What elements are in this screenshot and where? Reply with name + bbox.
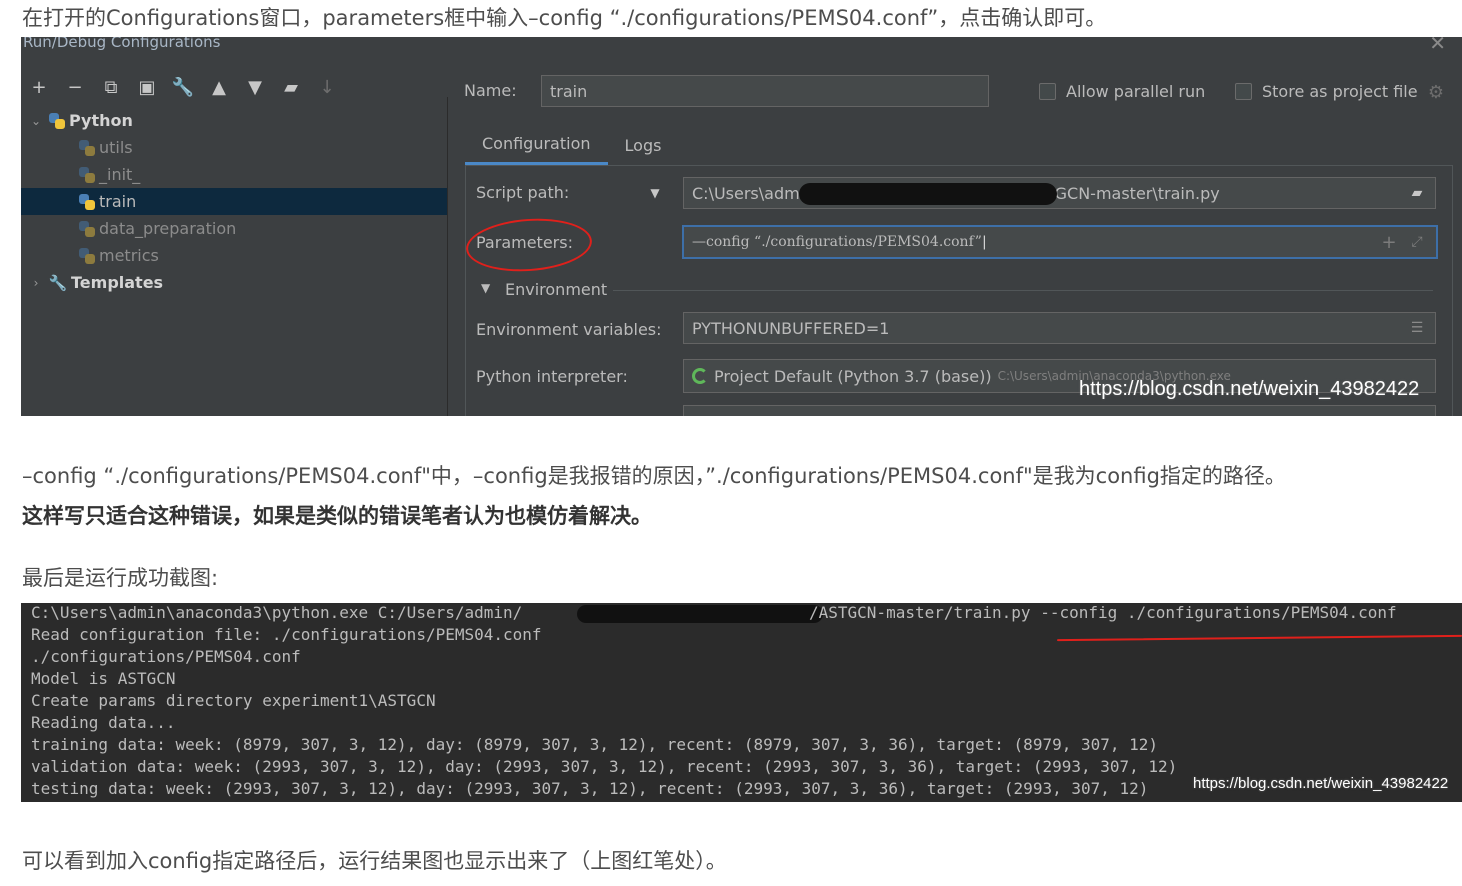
- config-tabs: Configuration Logs: [465, 125, 678, 165]
- tab-logs[interactable]: Logs: [608, 125, 679, 165]
- console-line: C:\Users\admin\anaconda3\python.exe C:/U…: [31, 603, 523, 622]
- chevron-right-icon[interactable]: ›: [29, 276, 43, 290]
- python-file-icon: [79, 193, 95, 210]
- environment-section-label: Environment: [505, 280, 608, 299]
- tab-configuration[interactable]: Configuration: [465, 125, 608, 165]
- console-line: ./configurations/PEMS04.conf: [31, 647, 301, 666]
- python-interpreter-label: Python interpreter:: [476, 367, 628, 386]
- env-vars-label: Environment variables:: [476, 320, 662, 339]
- intro-paragraph: 在打开的Configurations窗口，parameters框中输入–conf…: [22, 6, 1107, 30]
- store-project-label: Store as project file: [1262, 82, 1418, 101]
- python-icon: [49, 112, 65, 129]
- tree-item-data-preparation[interactable]: data_preparation: [21, 215, 447, 242]
- chevron-down-icon[interactable]: ⌄: [29, 114, 43, 128]
- tree-item-python[interactable]: ⌄ Python: [21, 107, 447, 134]
- python-file-icon: [79, 139, 95, 156]
- gear-icon[interactable]: ⚙: [1426, 82, 1446, 103]
- save-icon[interactable]: ▣: [137, 77, 157, 98]
- panel-divider: [447, 97, 448, 416]
- name-label: Name:: [464, 81, 517, 100]
- wrench-icon: 🔧: [48, 273, 68, 292]
- config-toolbar: + − ⧉ ▣ 🔧 ▲ ▼ ▰ ↓: [29, 77, 337, 98]
- watermark: https://blog.csdn.net/weixin_43982422: [1193, 775, 1449, 792]
- redaction-scribble: [799, 183, 1057, 205]
- run-debug-dialog: Run/Debug Configurations ✕ + − ⧉ ▣ 🔧 ▲ ▼…: [21, 37, 1462, 416]
- config-tree: ⌄ Python utils _init_ train data_prepara…: [21, 107, 447, 416]
- plus-icon[interactable]: +: [1379, 232, 1399, 253]
- script-path-label: Script path:: [476, 183, 570, 202]
- console-line: testing data: week: (2993, 307, 3, 12), …: [31, 779, 1149, 798]
- move-up-icon[interactable]: ▲: [209, 77, 229, 98]
- remove-icon[interactable]: −: [65, 77, 85, 98]
- dialog-title: Run/Debug Configurations: [23, 37, 221, 51]
- store-project-checkbox[interactable]: [1235, 83, 1252, 100]
- dropdown-arrow-icon[interactable]: ▼: [645, 183, 665, 203]
- tree-item-templates[interactable]: › 🔧 Templates: [21, 269, 447, 296]
- tree-item-utils[interactable]: utils: [21, 134, 447, 161]
- parameters-input[interactable]: —config “./configurations/PEMS04.conf” |: [682, 225, 1438, 259]
- console-line: Read configuration file: ./configuration…: [31, 625, 542, 644]
- env-vars-input[interactable]: PYTHONUNBUFFERED=1: [683, 312, 1436, 344]
- python-file-icon: [79, 247, 95, 264]
- script-path-input[interactable]: C:\Users\adm STGCN-master\train.py: [683, 177, 1436, 209]
- next-field-input[interactable]: [683, 405, 1436, 416]
- console-line: training data: week: (8979, 307, 3, 12),…: [31, 735, 1159, 754]
- red-annotation-underline: [1057, 634, 1462, 642]
- explain-paragraph: –config “./configurations/PEMS04.conf"中，…: [22, 464, 1286, 488]
- sort-icon[interactable]: ↓: [317, 77, 337, 98]
- allow-parallel-label: Allow parallel run: [1066, 82, 1206, 101]
- conclusion-paragraph: 可以看到加入config指定路径后，运行结果图也显示出来了（上图红笔处）。: [22, 849, 727, 873]
- folder-icon[interactable]: ▰: [281, 77, 301, 98]
- interpreter-status-icon: [692, 368, 708, 384]
- close-icon[interactable]: ✕: [1429, 37, 1446, 55]
- list-icon[interactable]: ☰: [1407, 318, 1427, 338]
- console-line: Create params directory experiment1\ASTG…: [31, 691, 436, 710]
- tree-item-init[interactable]: _init_: [21, 161, 447, 188]
- tree-item-train[interactable]: train: [21, 188, 447, 215]
- tree-item-metrics[interactable]: metrics: [21, 242, 447, 269]
- allow-parallel-checkbox[interactable]: [1039, 83, 1056, 100]
- note-paragraph: 这样写只适合这种错误，如果是类似的错误笔者认为也模仿着解决。: [22, 504, 652, 528]
- expand-icon[interactable]: ⤢: [1407, 232, 1427, 252]
- copy-icon[interactable]: ⧉: [101, 77, 121, 98]
- final-caption: 最后是运行成功截图:: [22, 566, 219, 590]
- folder-open-icon[interactable]: ▰: [1407, 183, 1427, 203]
- python-file-icon: [79, 220, 95, 237]
- console-line: Model is ASTGCN: [31, 669, 176, 688]
- console-line-tail: /ASTGCN-master/train.py --config ./confi…: [809, 603, 1397, 622]
- console-output: C:\Users\admin\anaconda3\python.exe C:/U…: [21, 603, 1462, 802]
- wrench-icon[interactable]: 🔧: [172, 77, 194, 98]
- watermark: https://blog.csdn.net/weixin_43982422: [1079, 378, 1420, 400]
- console-line: validation data: week: (2993, 307, 3, 12…: [31, 757, 1178, 776]
- python-file-icon: [79, 166, 95, 183]
- name-input[interactable]: train: [541, 75, 989, 107]
- environment-collapse-icon[interactable]: ▼: [481, 281, 490, 295]
- move-down-icon[interactable]: ▼: [245, 77, 265, 98]
- add-icon[interactable]: +: [29, 77, 49, 98]
- section-divider: [613, 290, 1433, 291]
- console-line: Reading data...: [31, 713, 176, 732]
- redaction-scribble: [577, 605, 823, 623]
